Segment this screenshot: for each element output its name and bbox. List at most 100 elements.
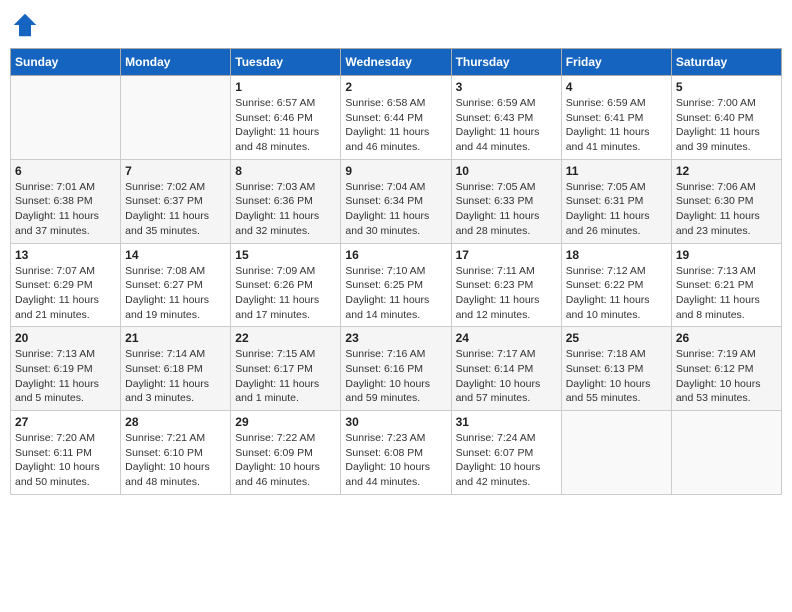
- calendar-cell: 29 Sunrise: 7:22 AM Sunset: 6:09 PM Dayli…: [231, 411, 341, 495]
- day-info: Sunrise: 7:07 AM Sunset: 6:29 PM Dayligh…: [15, 264, 116, 323]
- day-info: Sunrise: 7:19 AM Sunset: 6:12 PM Dayligh…: [676, 347, 777, 406]
- day-info: Sunrise: 7:21 AM Sunset: 6:10 PM Dayligh…: [125, 431, 226, 490]
- calendar-cell: 14Sunrise: 7:08 AM Sunset: 6:27 PM Dayli…: [121, 243, 231, 327]
- day-info: Sunrise: 7:05 AM Sunset: 6:31 PM Dayligh…: [566, 180, 667, 239]
- calendar-cell: 26 Sunrise: 7:19 AM Sunset: 6:12 PM Dayli…: [671, 327, 781, 411]
- col-header-monday: Monday: [121, 49, 231, 76]
- day-number: 21: [125, 331, 226, 345]
- calendar-cell: 7 Sunrise: 7:02 AM Sunset: 6:37 PM Daylig…: [121, 159, 231, 243]
- day-number: 13: [15, 248, 116, 262]
- day-number: 10: [456, 164, 557, 178]
- calendar-week-4: 20Sunrise: 7:13 AM Sunset: 6:19 PM Dayli…: [11, 327, 782, 411]
- calendar-cell: 19 Sunrise: 7:13 AM Sunset: 6:21 PM Dayli…: [671, 243, 781, 327]
- calendar-cell: 1 Sunrise: 6:57 AM Sunset: 6:46 PM Daylig…: [231, 76, 341, 160]
- day-number: 26: [676, 331, 777, 345]
- day-info: Sunrise: 7:01 AM Sunset: 6:38 PM Dayligh…: [15, 180, 116, 239]
- day-number: 19: [676, 248, 777, 262]
- day-number: 7: [125, 164, 226, 178]
- day-number: 23: [345, 331, 446, 345]
- day-number: 24: [456, 331, 557, 345]
- calendar-body: 1 Sunrise: 6:57 AM Sunset: 6:46 PM Daylig…: [11, 76, 782, 495]
- day-info: Sunrise: 7:12 AM Sunset: 6:22 PM Dayligh…: [566, 264, 667, 323]
- day-info: Sunrise: 7:04 AM Sunset: 6:34 PM Dayligh…: [345, 180, 446, 239]
- calendar-cell: [561, 411, 671, 495]
- day-info: Sunrise: 7:18 AM Sunset: 6:13 PM Dayligh…: [566, 347, 667, 406]
- calendar-table: SundayMondayTuesdayWednesdayThursdayFrid…: [10, 48, 782, 495]
- calendar-cell: 30 Sunrise: 7:23 AM Sunset: 6:08 PM Dayli…: [341, 411, 451, 495]
- calendar-cell: 28 Sunrise: 7:21 AM Sunset: 6:10 PM Dayli…: [121, 411, 231, 495]
- col-header-saturday: Saturday: [671, 49, 781, 76]
- day-number: 4: [566, 80, 667, 94]
- day-number: 17: [456, 248, 557, 262]
- day-number: 22: [235, 331, 336, 345]
- day-info: Sunrise: 7:17 AM Sunset: 6:14 PM Dayligh…: [456, 347, 557, 406]
- calendar-cell: 27Sunrise: 7:20 AM Sunset: 6:11 PM Dayli…: [11, 411, 121, 495]
- calendar-cell: [121, 76, 231, 160]
- col-header-tuesday: Tuesday: [231, 49, 341, 76]
- logo-icon: [10, 10, 40, 40]
- day-number: 12: [676, 164, 777, 178]
- day-info: Sunrise: 7:23 AM Sunset: 6:08 PM Dayligh…: [345, 431, 446, 490]
- day-info: Sunrise: 6:58 AM Sunset: 6:44 PM Dayligh…: [345, 96, 446, 155]
- day-number: 25: [566, 331, 667, 345]
- day-info: Sunrise: 7:24 AM Sunset: 6:07 PM Dayligh…: [456, 431, 557, 490]
- day-info: Sunrise: 6:59 AM Sunset: 6:43 PM Dayligh…: [456, 96, 557, 155]
- day-number: 15: [235, 248, 336, 262]
- day-info: Sunrise: 7:03 AM Sunset: 6:36 PM Dayligh…: [235, 180, 336, 239]
- col-header-wednesday: Wednesday: [341, 49, 451, 76]
- calendar-cell: 18 Sunrise: 7:12 AM Sunset: 6:22 PM Dayli…: [561, 243, 671, 327]
- calendar-cell: 22 Sunrise: 7:15 AM Sunset: 6:17 PM Dayli…: [231, 327, 341, 411]
- calendar-cell: 23Sunrise: 7:16 AM Sunset: 6:16 PM Dayli…: [341, 327, 451, 411]
- calendar-week-2: 6Sunrise: 7:01 AM Sunset: 6:38 PM Daylig…: [11, 159, 782, 243]
- calendar-cell: 17 Sunrise: 7:11 AM Sunset: 6:23 PM Dayli…: [451, 243, 561, 327]
- day-info: Sunrise: 7:06 AM Sunset: 6:30 PM Dayligh…: [676, 180, 777, 239]
- calendar-cell: 12 Sunrise: 7:06 AM Sunset: 6:30 PM Dayli…: [671, 159, 781, 243]
- day-number: 8: [235, 164, 336, 178]
- day-number: 29: [235, 415, 336, 429]
- day-number: 31: [456, 415, 557, 429]
- day-number: 11: [566, 164, 667, 178]
- calendar-cell: 4 Sunrise: 6:59 AM Sunset: 6:41 PM Daylig…: [561, 76, 671, 160]
- day-number: 5: [676, 80, 777, 94]
- day-number: 1: [235, 80, 336, 94]
- day-info: Sunrise: 7:13 AM Sunset: 6:21 PM Dayligh…: [676, 264, 777, 323]
- day-info: Sunrise: 7:15 AM Sunset: 6:17 PM Dayligh…: [235, 347, 336, 406]
- day-number: 3: [456, 80, 557, 94]
- calendar-cell: 21Sunrise: 7:14 AM Sunset: 6:18 PM Dayli…: [121, 327, 231, 411]
- day-number: 30: [345, 415, 446, 429]
- day-info: Sunrise: 7:08 AM Sunset: 6:27 PM Dayligh…: [125, 264, 226, 323]
- col-header-sunday: Sunday: [11, 49, 121, 76]
- calendar-cell: 20Sunrise: 7:13 AM Sunset: 6:19 PM Dayli…: [11, 327, 121, 411]
- calendar-cell: 24 Sunrise: 7:17 AM Sunset: 6:14 PM Dayli…: [451, 327, 561, 411]
- col-header-friday: Friday: [561, 49, 671, 76]
- calendar-cell: [11, 76, 121, 160]
- day-number: 9: [345, 164, 446, 178]
- calendar-week-3: 13 Sunrise: 7:07 AM Sunset: 6:29 PM Dayli…: [11, 243, 782, 327]
- calendar-week-1: 1 Sunrise: 6:57 AM Sunset: 6:46 PM Daylig…: [11, 76, 782, 160]
- day-number: 28: [125, 415, 226, 429]
- day-info: Sunrise: 7:22 AM Sunset: 6:09 PM Dayligh…: [235, 431, 336, 490]
- day-info: Sunrise: 7:13 AM Sunset: 6:19 PM Dayligh…: [15, 347, 116, 406]
- col-header-thursday: Thursday: [451, 49, 561, 76]
- day-info: Sunrise: 7:00 AM Sunset: 6:40 PM Dayligh…: [676, 96, 777, 155]
- day-info: Sunrise: 6:57 AM Sunset: 6:46 PM Dayligh…: [235, 96, 336, 155]
- calendar-cell: 3 Sunrise: 6:59 AM Sunset: 6:43 PM Daylig…: [451, 76, 561, 160]
- calendar-cell: 15 Sunrise: 7:09 AM Sunset: 6:26 PM Dayli…: [231, 243, 341, 327]
- day-number: 16: [345, 248, 446, 262]
- calendar-cell: 31 Sunrise: 7:24 AM Sunset: 6:07 PM Dayli…: [451, 411, 561, 495]
- day-number: 18: [566, 248, 667, 262]
- day-info: Sunrise: 7:05 AM Sunset: 6:33 PM Dayligh…: [456, 180, 557, 239]
- calendar-cell: 11 Sunrise: 7:05 AM Sunset: 6:31 PM Dayli…: [561, 159, 671, 243]
- logo: [10, 10, 44, 40]
- day-info: Sunrise: 6:59 AM Sunset: 6:41 PM Dayligh…: [566, 96, 667, 155]
- day-info: Sunrise: 7:09 AM Sunset: 6:26 PM Dayligh…: [235, 264, 336, 323]
- page-header: [10, 10, 782, 40]
- calendar-cell: 13 Sunrise: 7:07 AM Sunset: 6:29 PM Dayli…: [11, 243, 121, 327]
- day-info: Sunrise: 7:02 AM Sunset: 6:37 PM Dayligh…: [125, 180, 226, 239]
- calendar-cell: 5 Sunrise: 7:00 AM Sunset: 6:40 PM Daylig…: [671, 76, 781, 160]
- calendar-cell: 10 Sunrise: 7:05 AM Sunset: 6:33 PM Dayli…: [451, 159, 561, 243]
- calendar-cell: 2 Sunrise: 6:58 AM Sunset: 6:44 PM Daylig…: [341, 76, 451, 160]
- calendar-header-row: SundayMondayTuesdayWednesdayThursdayFrid…: [11, 49, 782, 76]
- day-info: Sunrise: 7:11 AM Sunset: 6:23 PM Dayligh…: [456, 264, 557, 323]
- day-number: 2: [345, 80, 446, 94]
